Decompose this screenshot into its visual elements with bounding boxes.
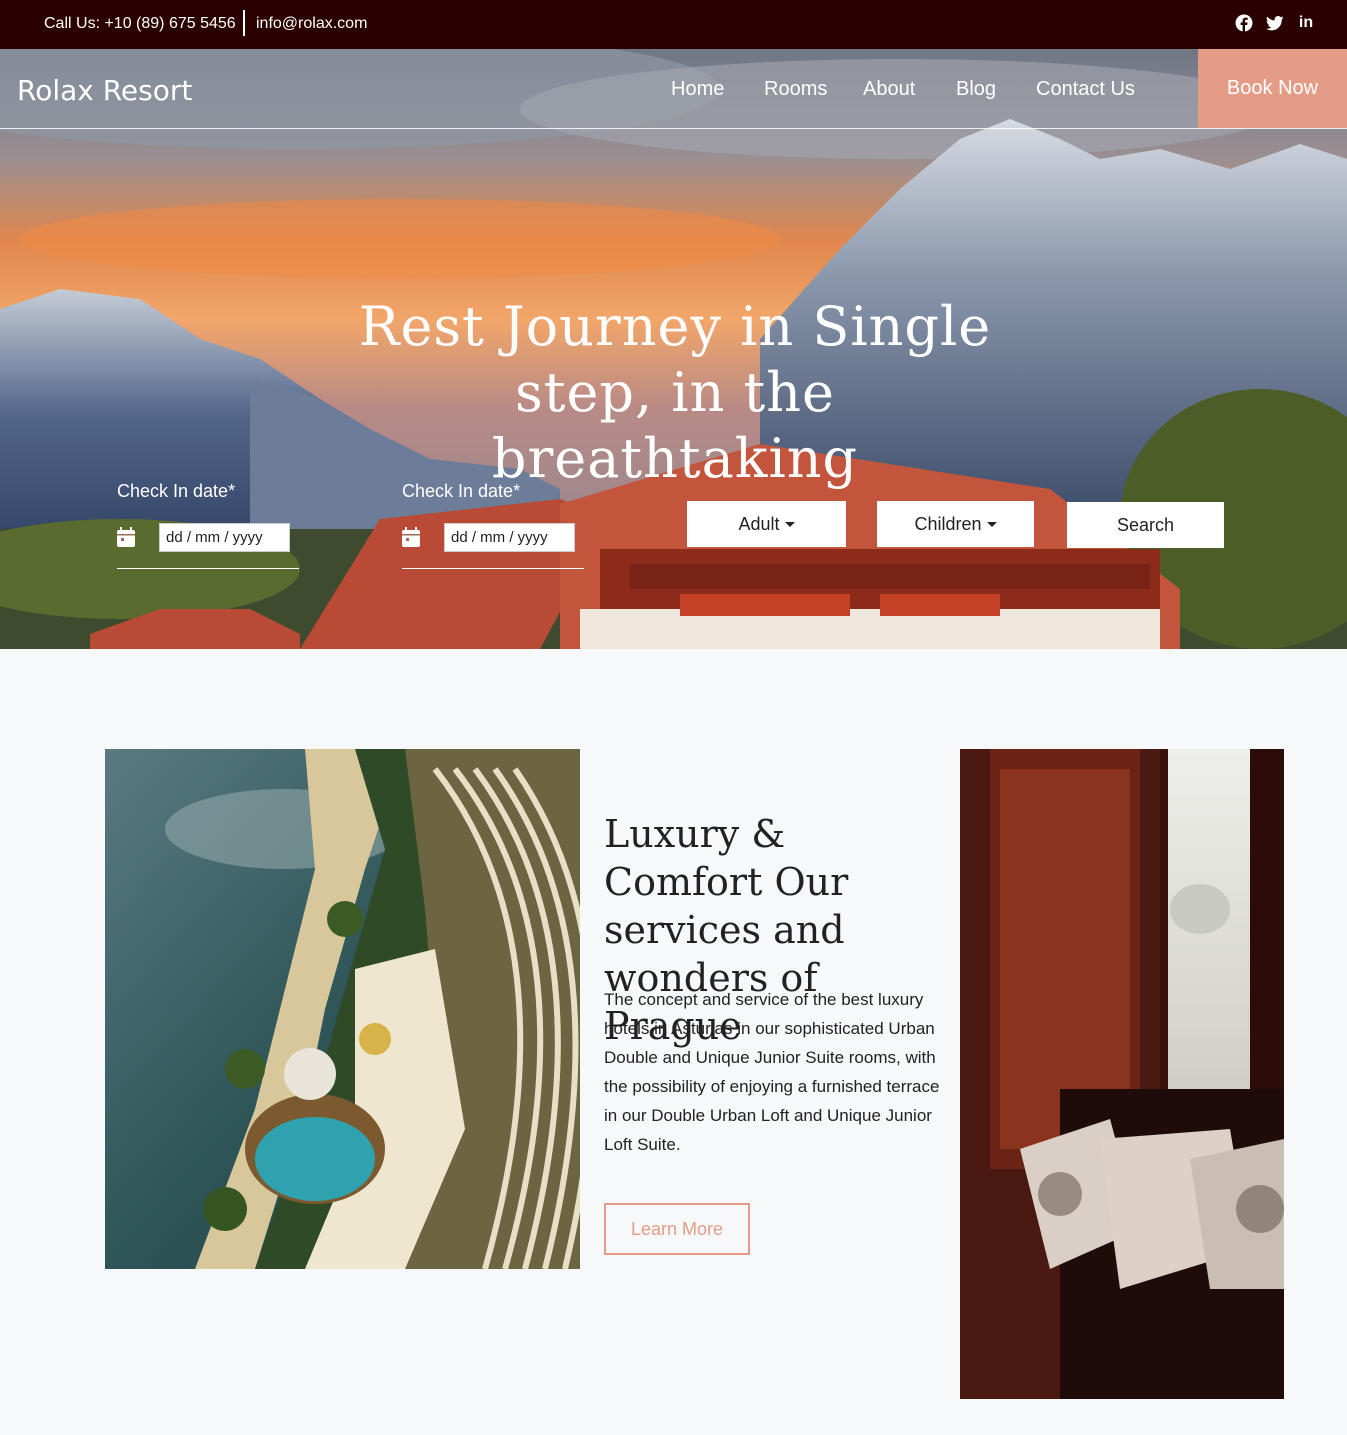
adult-dropdown[interactable]: Adult bbox=[687, 501, 846, 547]
chevron-down-icon bbox=[986, 521, 997, 527]
nav-about[interactable]: About bbox=[863, 78, 915, 101]
checkin-field-2: Check In date* dd / mm / yyyy bbox=[402, 481, 584, 569]
top-bar: Call Us: +10 (89) 675 5456 info@rolax.co… bbox=[0, 0, 1347, 49]
book-now-button[interactable]: Book Now bbox=[1198, 49, 1347, 128]
checkin-date-input-2[interactable]: dd / mm / yyyy bbox=[444, 523, 575, 552]
divider bbox=[243, 10, 245, 36]
nav-rooms[interactable]: Rooms bbox=[764, 78, 827, 101]
section-description: The concept and service of the best luxu… bbox=[604, 990, 940, 1154]
calendar-icon[interactable] bbox=[402, 527, 420, 547]
nav-contact-us[interactable]: Contact Us bbox=[1036, 78, 1135, 101]
phone-text[interactable]: Call Us: +10 (89) 675 5456 bbox=[44, 15, 236, 33]
room-interior-image bbox=[960, 749, 1284, 1399]
checkin-label-2: Check In date* bbox=[402, 481, 521, 501]
learn-more-button[interactable]: Learn More bbox=[604, 1203, 750, 1255]
search-button[interactable]: Search bbox=[1067, 502, 1224, 548]
linkedin-icon[interactable]: in bbox=[1296, 13, 1316, 33]
checkin-label-1: Check In date* bbox=[117, 481, 236, 501]
brand-logo[interactable]: Rolax Resort bbox=[17, 74, 192, 107]
nav-divider bbox=[0, 128, 1347, 129]
calendar-icon[interactable] bbox=[117, 527, 135, 547]
resort-aerial-image bbox=[105, 749, 580, 1269]
email-link[interactable]: info@rolax.com bbox=[256, 15, 367, 33]
facebook-icon[interactable] bbox=[1234, 13, 1254, 33]
adult-label: Adult bbox=[738, 513, 780, 534]
nav-home[interactable]: Home bbox=[671, 78, 724, 101]
hero-section: Rolax Resort Home Rooms About Blog Conta… bbox=[0, 49, 1347, 649]
hero-title: Rest Journey in Single step, in the brea… bbox=[358, 295, 992, 490]
children-label: Children bbox=[914, 513, 982, 534]
field-underline bbox=[402, 568, 584, 569]
nav-blog[interactable]: Blog bbox=[956, 78, 996, 101]
checkin-date-input-1[interactable]: dd / mm / yyyy bbox=[159, 523, 290, 552]
twitter-icon[interactable] bbox=[1265, 13, 1285, 33]
field-underline bbox=[117, 568, 299, 569]
chevron-down-icon bbox=[784, 521, 795, 527]
checkin-field-1: Check In date* dd / mm / yyyy bbox=[117, 481, 299, 569]
children-dropdown[interactable]: Children bbox=[877, 501, 1034, 547]
